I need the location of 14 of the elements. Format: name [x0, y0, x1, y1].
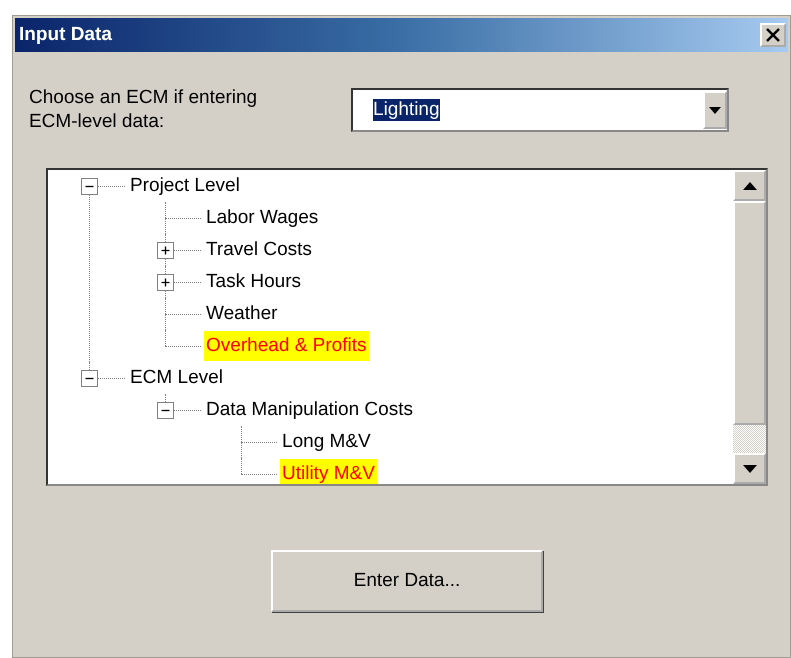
ecm-label: Choose an ECM if entering ECM-level data: [29, 86, 258, 134]
tree-item[interactable]: ECM Level [128, 363, 225, 393]
tree-item[interactable]: Data Manipulation Costs [204, 395, 415, 425]
tree-item[interactable]: Utility M&V [280, 459, 377, 484]
window-title: Input Data [19, 22, 112, 47]
tree-item[interactable]: Weather [204, 299, 280, 329]
tree-item[interactable]: Task Hours [204, 267, 304, 297]
enter-data-button[interactable]: Enter Data... [271, 550, 543, 612]
tree-item[interactable]: Travel Costs [204, 235, 314, 265]
tree-item[interactable]: Labor Wages [204, 203, 320, 233]
tree-item[interactable]: Project Level [128, 171, 242, 201]
tree-item[interactable]: Long M&V [280, 427, 373, 457]
ecm-dropdown[interactable]: Lighting [351, 88, 729, 132]
tree-item[interactable]: Overhead & Profits [204, 331, 369, 361]
